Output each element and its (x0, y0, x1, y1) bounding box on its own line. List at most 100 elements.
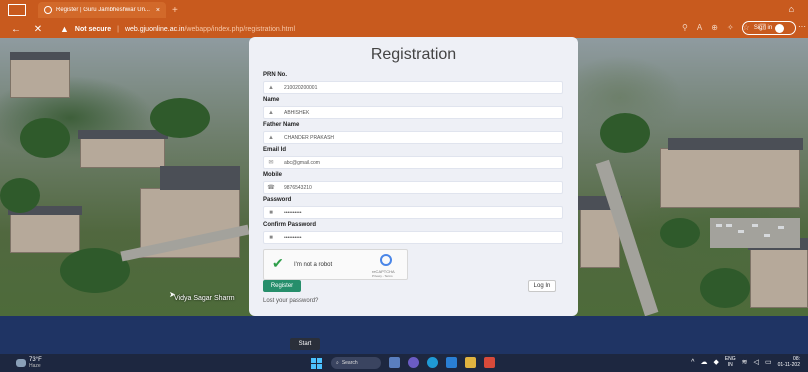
name-field[interactable]: ▲ ABHISHEK (263, 106, 563, 119)
store-icon[interactable] (446, 357, 457, 368)
chevron-up-icon[interactable]: ^ (691, 359, 694, 366)
envelope-icon: ✉ (268, 160, 274, 166)
email-value: abc@gmail.com (284, 159, 320, 166)
tree (150, 98, 210, 138)
clock[interactable]: 08: 01-11-202 (778, 356, 800, 368)
url-separator: | (117, 25, 119, 33)
person-icon: ▲ (268, 134, 274, 141)
tree (700, 268, 750, 308)
onedrive-icon[interactable]: ◆ (713, 358, 718, 366)
confirm-password-label: Confirm Password (263, 222, 317, 228)
url-host: web.gjuonline.ac.in (124, 25, 185, 33)
car (778, 226, 784, 229)
chat-icon[interactable] (408, 357, 419, 368)
taskbar-search[interactable]: ⌕ Search (331, 357, 381, 369)
tree (600, 113, 650, 153)
app-icon[interactable] (484, 357, 495, 368)
battery-icon[interactable]: ▭ (765, 358, 772, 366)
email-field[interactable]: ✉ abc@gmail.com (263, 156, 563, 169)
car (738, 230, 744, 233)
password-field[interactable]: ■ •••••••••• (263, 206, 563, 219)
father-name-label: Father Name (263, 122, 300, 128)
campus-roof (668, 138, 803, 150)
campus-building (660, 148, 800, 208)
lost-password-link[interactable]: Lost your password? (263, 298, 318, 304)
key-icon[interactable]: ⚲ (682, 23, 688, 32)
campus-roof (160, 166, 240, 190)
confirm-password-field[interactable]: ■ •••••••••• (263, 231, 563, 244)
mobile-value: 9876543210 (284, 184, 312, 191)
avatar-icon (775, 23, 785, 33)
tab-actions-icon[interactable] (8, 4, 26, 16)
browser-tab[interactable]: Register | Guru Jambheshwar Un... × (38, 2, 166, 18)
car (764, 234, 770, 237)
mobile-field[interactable]: ☎ 9876543210 (263, 181, 563, 194)
lang-bottom: IN (727, 362, 733, 368)
taskbar-apps (389, 357, 495, 368)
campus-building (80, 138, 165, 168)
weather-desc: Haze (29, 363, 41, 369)
minimize-icon[interactable]: ⌂ (789, 4, 794, 14)
recaptcha-logo-icon (380, 254, 392, 266)
login-button[interactable]: Log In (528, 280, 556, 292)
task-view-icon[interactable] (389, 357, 400, 368)
father-name-field[interactable]: ▲ CHANDER PRAKASH (263, 131, 563, 144)
new-tab-button[interactable]: + (172, 5, 178, 16)
favicon-icon (44, 6, 52, 14)
car (716, 224, 722, 227)
sign-in-label: Sign in (753, 25, 773, 31)
tab-close-button[interactable]: × (156, 7, 160, 14)
back-button[interactable]: ← (10, 24, 22, 35)
file-explorer-icon[interactable] (465, 357, 476, 368)
volume-icon[interactable]: ◁ (754, 358, 759, 366)
parking-lot (710, 218, 800, 248)
search-label: Search (341, 360, 358, 366)
read-aloud-icon[interactable]: A (697, 23, 702, 32)
weather-widget[interactable]: 73°F Haze (16, 357, 42, 369)
register-button[interactable]: Register (263, 280, 301, 292)
taskbar: 73°F Haze ⌕ Search ^ ☁ ◆ ENG IN ≋ ◁ ▭ 08… (0, 354, 808, 372)
campus-building (750, 248, 808, 308)
campus-roof (10, 52, 70, 60)
cloud-icon[interactable]: ☁ (700, 358, 707, 366)
person-icon: ▲ (268, 84, 274, 91)
checkmark-icon[interactable]: ✔ (272, 255, 284, 272)
campus-building (10, 58, 70, 98)
page-title: Registration (370, 46, 457, 63)
clock-date: 01-11-202 (777, 362, 800, 368)
sign-in-button[interactable]: Sign in (742, 21, 796, 35)
extension-icon[interactable]: ✧ (727, 23, 734, 32)
stop-button[interactable]: ✕ (32, 24, 44, 35)
tree (660, 218, 700, 248)
browser-tab-strip: Register | Guru Jambheshwar Un... × + ⌂ (0, 0, 808, 20)
url-path: /webapp/index.php/registration.html (184, 25, 295, 33)
person-icon: ▲ (268, 109, 274, 116)
tree (60, 248, 130, 293)
phone-icon: ☎ (267, 185, 275, 191)
recaptcha-label: I'm not a robot (294, 262, 333, 268)
lock-icon: ■ (269, 209, 273, 216)
page-footer-strip (0, 316, 808, 354)
windows-start-icon[interactable] (311, 358, 322, 369)
browser-toolbar: ← ✕ ▲ Not secure | web.gjuonline.ac.in/w… (0, 20, 808, 38)
father-name-value: CHANDER PRAKASH (284, 134, 335, 141)
name-label: Name (263, 97, 280, 103)
registration-card: Registration PRN No. ▲ 210020200001 Name… (249, 37, 578, 316)
more-icon[interactable]: ··· (798, 22, 806, 31)
language-indicator[interactable]: ENG IN (725, 356, 736, 368)
campus-roof (78, 130, 168, 139)
system-tray: ^ ☁ ◆ ENG IN ≋ ◁ ▭ 08: 01-11-202 (691, 356, 800, 368)
warning-icon[interactable]: ▲ (60, 24, 69, 34)
car (752, 224, 758, 227)
recaptcha-widget[interactable]: ✔ I'm not a robot reCAPTCHA Privacy - Te… (263, 249, 408, 280)
password-value: •••••••••• (284, 209, 302, 216)
car (726, 224, 732, 227)
prn-field[interactable]: ▲ 210020200001 (263, 81, 563, 94)
security-warning[interactable]: Not secure (75, 26, 111, 33)
zoom-icon[interactable]: ⊕ (711, 23, 718, 32)
edge-icon[interactable] (427, 357, 438, 368)
confirm-password-value: •••••••••• (284, 234, 302, 241)
campus-building (10, 213, 80, 253)
recaptcha-links[interactable]: Privacy - Terms (372, 274, 393, 278)
wifi-icon[interactable]: ≋ (742, 358, 748, 366)
